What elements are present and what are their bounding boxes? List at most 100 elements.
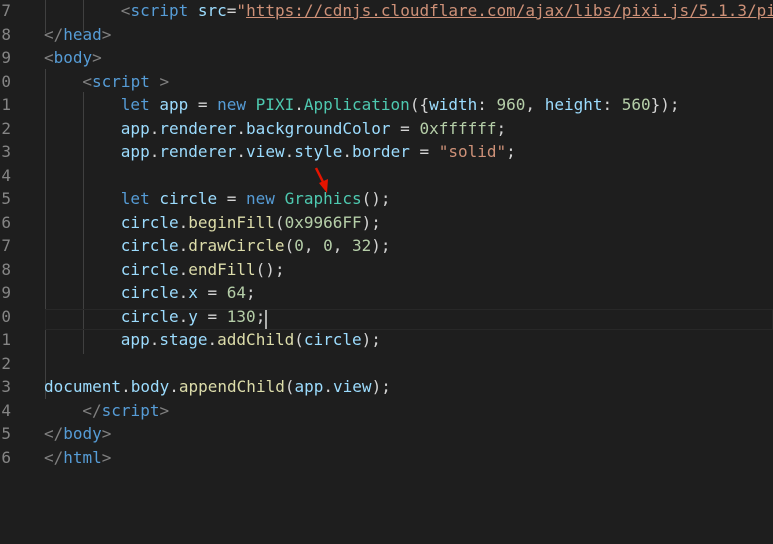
code-token: ( [274,212,285,232]
code-token: addChild [217,330,295,349]
code-token: circle [120,212,179,232]
code-token: app [120,142,150,161]
code-token: 960 [496,95,526,114]
line-number: 2 [1,118,11,138]
line-number: 6 [1,447,11,467]
code-token: ); [361,330,381,349]
code-token: beginFill [188,212,275,232]
code-token: . [149,118,160,138]
code-token: ( [294,330,304,349]
code-line: 0 circle.y = 130; [0,305,773,329]
code-line: 4 [0,164,773,188]
code-editor[interactable]: 7 <script src="https://cdnjs.cloudflare.c… [0,0,773,544]
code-text: app.stage.addChild(circle); [121,328,381,352]
line-number: 7 [1,1,11,20]
code-token: 0 [294,236,304,255]
code-token: 32 [352,236,372,255]
code-text: </head> [44,23,111,47]
code-token: 560 [621,95,651,114]
code-line: 7 circle.drawCircle(0, 0, 32); [0,234,773,258]
text-cursor [265,310,267,329]
code-line: 5 </body> [0,422,773,446]
code-token: > [159,71,170,91]
code-line: 4 </script> [0,399,773,423]
code-token: < [44,48,54,67]
code-token: width [429,95,478,114]
code-token: : [477,95,497,114]
code-token: ; [255,306,266,326]
code-token: . [169,377,179,396]
code-token: circle [120,283,179,302]
code-text: let app = new PIXI.Application({width: 9… [121,93,680,117]
line-number: 0 [1,71,11,91]
code-token: . [178,236,189,255]
line-number: 9 [1,283,11,302]
code-token: renderer [159,142,237,161]
code-text: </body> [44,422,111,446]
line-number: 4 [1,400,11,420]
code-token: . [294,95,304,114]
code-token: = [226,1,237,20]
code-token: circle [120,236,179,255]
code-token: script [92,71,160,91]
line-number: 5 [1,189,11,208]
line-number: 1 [1,95,11,114]
code-text: let circle = new Graphics(); [121,187,391,211]
code-line: 8 circle.endFill(); [0,258,773,282]
code-token: . [178,306,189,326]
code-token: > [159,400,170,420]
code-token: , [525,95,545,114]
code-token: ); [371,236,391,255]
code-line: 7 <script src="https://cdnjs.cloudflare.c… [0,0,773,23]
code-token: circle [120,259,179,279]
code-token: body [130,377,170,396]
code-token: stage [159,330,208,349]
code-token: . [284,142,295,161]
code-token: </ [44,447,64,467]
code-token: circle [120,306,179,326]
code-token: https://cdnjs.cloudflare.com/ajax/libs/p… [246,1,773,20]
code-token: script [101,400,160,420]
code-token: . [323,377,334,396]
code-token: 0x9966FF [284,212,362,232]
code-token: drawCircle [188,236,285,255]
code-token: ; [506,142,516,161]
code-token: ( [284,236,295,255]
code-token: app [159,95,189,114]
line-number: 9 [1,48,11,67]
code-token: view [246,142,285,161]
line-number: 8 [1,24,11,44]
code-token: > [101,424,112,443]
code-token: backgroundColor [246,118,391,138]
code-token: . [149,330,160,349]
line-number: 6 [1,212,11,232]
code-token: src [197,1,227,20]
line-number: 7 [1,236,11,255]
code-token: . [236,118,247,138]
line-number: 2 [1,353,11,373]
code-line: 6 circle.beginFill(0x9966FF); [0,211,773,235]
code-text: <script > [82,70,169,94]
code-token: head [63,24,102,44]
code-text: circle.beginFill(0x9966FF); [121,211,381,235]
red-arrow-icon [314,167,328,193]
code-token: PIXI [255,95,295,114]
code-text: circle.x = 64; [121,281,256,305]
code-line: 6 </html> [0,446,773,470]
code-text: circle.endFill(); [121,258,285,282]
code-line: 9 circle.x = 64; [0,281,773,305]
code-token: y [188,306,198,326]
code-text: </html> [44,446,111,470]
code-token: = [197,283,227,302]
code-token: ({ [409,95,430,114]
code-line: 2 app.renderer.backgroundColor = 0xffffff… [0,117,773,141]
code-token: </ [44,424,64,443]
code-token: style [294,142,343,161]
code-token: circle [159,189,218,208]
code-token: renderer [159,118,237,138]
code-line: 5 let circle = new Graphics(); [0,187,773,211]
line-number: 0 [1,306,11,326]
line-number: 3 [1,142,11,161]
code-token: . [178,259,189,279]
code-token: 130 [226,306,256,326]
